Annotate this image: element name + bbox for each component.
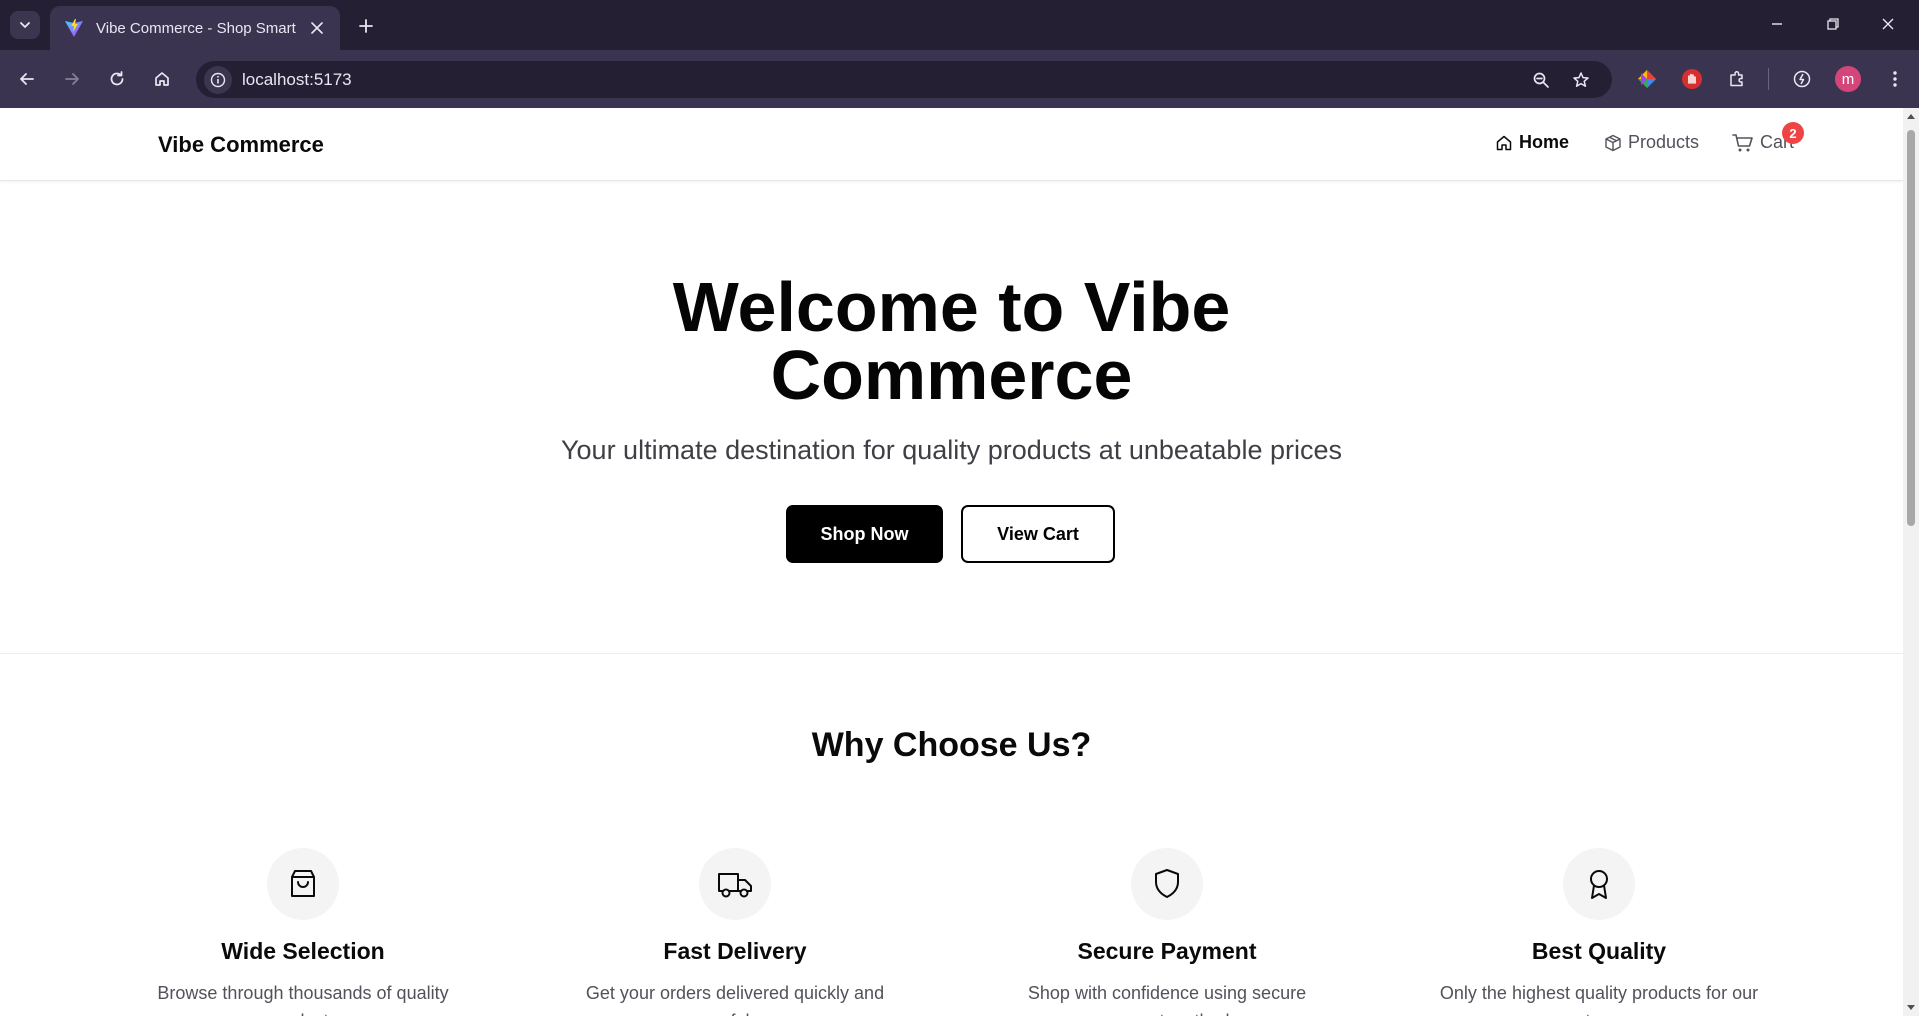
star-icon bbox=[1573, 72, 1589, 87]
reload-button[interactable] bbox=[101, 63, 133, 95]
tab-close-button[interactable] bbox=[306, 17, 328, 39]
site-info-button[interactable] bbox=[204, 66, 232, 94]
feature-description: Only the highest quality products for ou… bbox=[1439, 983, 1759, 1016]
speedometer-icon bbox=[1793, 70, 1811, 88]
home-icon bbox=[155, 72, 169, 86]
restore-icon bbox=[1827, 18, 1839, 30]
vite-logo-icon bbox=[65, 19, 83, 37]
performance-button[interactable] bbox=[1787, 64, 1817, 94]
puzzle-icon bbox=[1730, 70, 1743, 87]
restore-button[interactable] bbox=[1810, 8, 1856, 40]
more-vertical-icon bbox=[1893, 71, 1897, 87]
feature-title: Wide Selection bbox=[221, 938, 385, 964]
browser-tab-strip: Vibe Commerce - Shop Smart bbox=[0, 0, 1919, 50]
back-button[interactable] bbox=[11, 63, 43, 95]
feature-card: Wide Selection Browse through thousands … bbox=[93, 848, 513, 1016]
close-window-button[interactable] bbox=[1865, 8, 1911, 40]
hero-subtitle: Your ultimate destination for quality pr… bbox=[561, 435, 1342, 465]
view-cart-button[interactable]: View Cart bbox=[961, 505, 1115, 563]
profile-avatar[interactable]: m bbox=[1835, 66, 1861, 92]
zoom-out-icon bbox=[1533, 72, 1549, 88]
feature-card: Best Quality Only the highest quality pr… bbox=[1389, 848, 1809, 1016]
minimize-icon bbox=[1772, 23, 1782, 25]
page-viewport: Vibe Commerce Home Products Cart 2 Welco… bbox=[0, 108, 1903, 1016]
feature-title: Secure Payment bbox=[1077, 938, 1257, 964]
feature-icon-circle bbox=[267, 848, 339, 920]
tab-title: Vibe Commerce - Shop Smart bbox=[96, 19, 296, 37]
toolbar-divider bbox=[1768, 68, 1769, 90]
browser-menu-button[interactable] bbox=[1880, 64, 1910, 94]
feature-icon-circle bbox=[1563, 848, 1635, 920]
feature-card: Secure Payment Shop with confidence usin… bbox=[957, 848, 1377, 1016]
plus-icon bbox=[359, 19, 373, 33]
award-icon bbox=[1590, 870, 1608, 899]
home-icon bbox=[1496, 135, 1512, 150]
browser-toolbar: localhost:5173 bbox=[0, 50, 1919, 108]
hand-stop-icon bbox=[1682, 69, 1702, 89]
arrow-right-icon bbox=[65, 73, 79, 85]
shield-icon bbox=[1155, 869, 1179, 898]
forward-button[interactable] bbox=[56, 63, 88, 95]
color-picker-icon bbox=[1638, 70, 1656, 88]
feature-title: Best Quality bbox=[1531, 938, 1667, 964]
minimize-button[interactable] bbox=[1754, 8, 1800, 40]
scroll-down-arrow-icon[interactable] bbox=[1906, 1002, 1916, 1012]
close-icon bbox=[1882, 18, 1894, 30]
nav-home-label: Home bbox=[1519, 132, 1570, 152]
new-tab-button[interactable] bbox=[352, 12, 380, 40]
shop-now-button[interactable]: Shop Now bbox=[786, 505, 943, 563]
package-icon bbox=[1605, 134, 1621, 151]
reload-icon bbox=[110, 71, 124, 86]
extension-color-button[interactable] bbox=[1632, 64, 1662, 94]
url-text: localhost:5173 bbox=[242, 70, 352, 89]
site-header: Vibe Commerce Home Products Cart 2 bbox=[0, 108, 1903, 181]
nav-products[interactable]: Products bbox=[1604, 132, 1699, 153]
feature-description: Get your orders delivered quickly and sa… bbox=[585, 983, 885, 1016]
nav-home[interactable]: Home bbox=[1495, 132, 1569, 153]
cart-count-badge: 2 bbox=[1782, 122, 1804, 144]
bookmark-button[interactable] bbox=[1567, 66, 1595, 94]
zoom-button[interactable] bbox=[1527, 66, 1555, 94]
tab-search-button[interactable] bbox=[10, 11, 40, 39]
shopping-bag-icon bbox=[291, 870, 315, 897]
nav-products-label: Products bbox=[1628, 132, 1700, 152]
extensions-button[interactable] bbox=[1722, 64, 1752, 94]
shopping-cart-icon bbox=[1732, 133, 1753, 151]
chevron-down-icon bbox=[20, 22, 30, 28]
scrollbar-thumb[interactable] bbox=[1907, 130, 1915, 526]
browser-tab[interactable]: Vibe Commerce - Shop Smart bbox=[50, 6, 340, 50]
brand-logo[interactable]: Vibe Commerce bbox=[158, 132, 324, 158]
truck-icon bbox=[718, 873, 752, 898]
scroll-up-arrow-icon[interactable] bbox=[1906, 112, 1916, 122]
info-icon bbox=[210, 72, 226, 88]
home-button[interactable] bbox=[146, 63, 178, 95]
feature-description: Shop with confidence using secure paymen… bbox=[1027, 983, 1307, 1016]
hero-section: Welcome to Vibe Commerce Your ultimate d… bbox=[0, 181, 1903, 654]
feature-icon-circle bbox=[699, 848, 771, 920]
feature-icon-circle bbox=[1131, 848, 1203, 920]
arrow-left-icon bbox=[20, 73, 34, 85]
close-icon bbox=[311, 22, 323, 34]
feature-card: Fast Delivery Get your orders delivered … bbox=[525, 848, 945, 1016]
feature-description: Browse through thousands of quality prod… bbox=[157, 983, 449, 1016]
page-scrollbar[interactable] bbox=[1903, 108, 1919, 1016]
hero-title: Welcome to Vibe Commerce bbox=[672, 268, 1231, 414]
extension-blocker-button[interactable] bbox=[1677, 64, 1707, 94]
address-bar[interactable]: localhost:5173 bbox=[196, 61, 1612, 98]
features-heading: Why Choose Us? bbox=[811, 726, 1092, 764]
feature-title: Fast Delivery bbox=[663, 938, 807, 964]
